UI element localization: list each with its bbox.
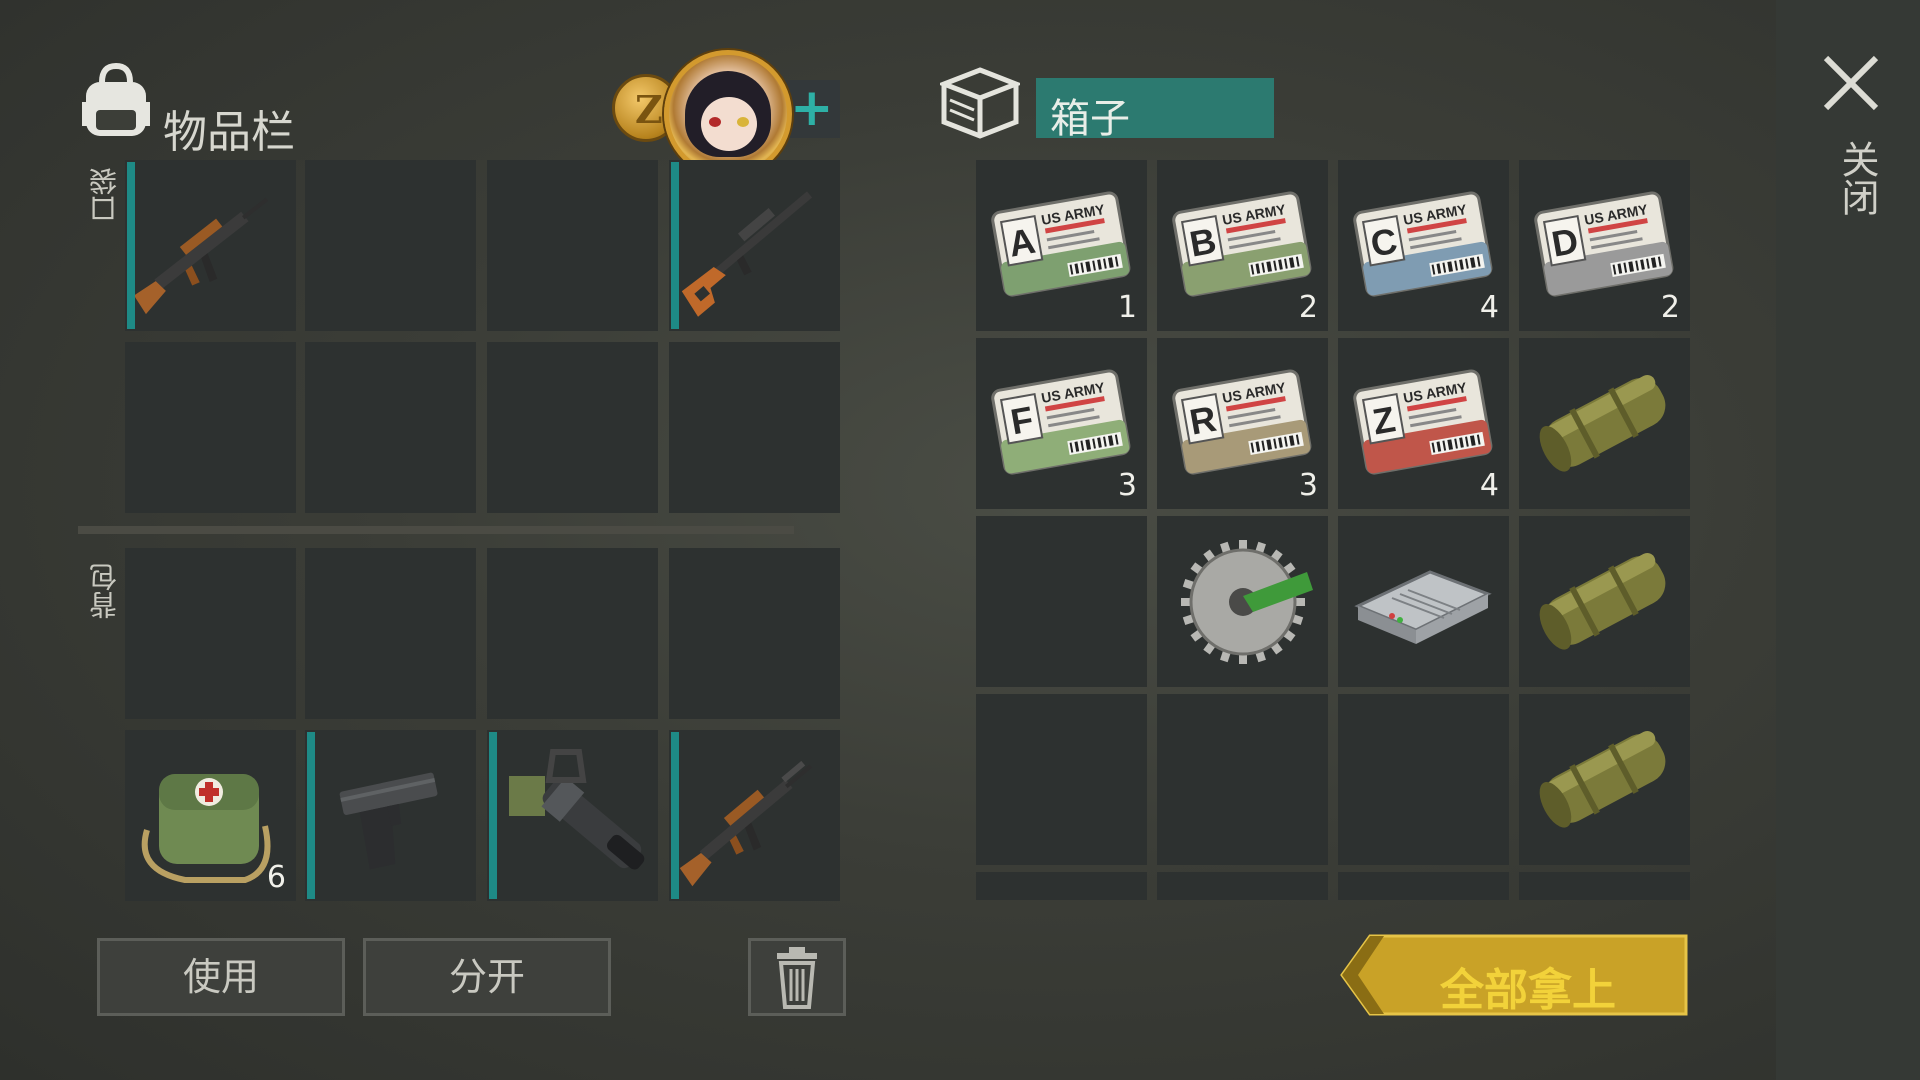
box-slot-7[interactable]: Z US ARMY 4 <box>1338 338 1509 509</box>
plus-icon: + <box>790 78 834 138</box>
use-button[interactable]: 使用 <box>97 938 345 1016</box>
item-count: 2 <box>1660 290 1680 325</box>
trash-icon <box>777 947 817 1009</box>
box-slot-14[interactable] <box>1157 694 1328 865</box>
pocket-slot-5[interactable] <box>125 342 296 513</box>
item-count: 6 <box>266 860 286 895</box>
ak-rifle-icon <box>679 760 813 887</box>
pocket-slot-6[interactable] <box>305 342 476 513</box>
box-slot-partial[interactable] <box>976 872 1147 900</box>
take-all-label[interactable]: 全部拿上 <box>1440 954 1616 1018</box>
box-slot-10[interactable] <box>1157 516 1328 687</box>
circular-saw-blade-icon <box>1181 540 1313 664</box>
pocket-slot-4[interactable] <box>669 160 840 331</box>
avatar-eye-right <box>737 117 749 127</box>
electronic-device-icon <box>1354 570 1492 644</box>
pocket-slot-8[interactable] <box>669 342 840 513</box>
backpack-slot-1[interactable] <box>125 548 296 719</box>
section-divider <box>78 526 794 534</box>
backpack-slot-6[interactable] <box>305 730 476 901</box>
player-avatar[interactable] <box>664 50 792 178</box>
backpack-slot-8[interactable] <box>669 730 840 901</box>
coin-letter: Z <box>635 87 663 132</box>
avatar-eye-left <box>709 117 721 127</box>
item-count: 3 <box>1117 468 1137 503</box>
backpack-slot-2[interactable] <box>305 548 476 719</box>
box-slot-5[interactable]: F US ARMY 3 <box>976 338 1147 509</box>
box-slot-15[interactable] <box>1338 694 1509 865</box>
box-slot-partial[interactable] <box>1338 872 1509 900</box>
box-slot-8[interactable] <box>1519 338 1690 509</box>
box-slot-9[interactable] <box>976 516 1147 687</box>
backpack-slot-7[interactable] <box>487 730 658 901</box>
box-slot-13[interactable] <box>976 694 1147 865</box>
box-icon <box>940 67 1020 139</box>
item-count: 3 <box>1298 468 1318 503</box>
fuel-canister-icon <box>1539 730 1666 828</box>
pockets-label: 口袋 <box>88 167 121 223</box>
backpack-slot-4[interactable] <box>669 548 840 719</box>
box-slot-11[interactable] <box>1338 516 1509 687</box>
box-slot-12[interactable] <box>1519 516 1690 687</box>
close-icon[interactable] <box>1820 52 1882 114</box>
item-count: 1 <box>1117 290 1137 325</box>
backpack-slot-5[interactable]: 6 <box>125 730 296 901</box>
inventory-title: 物品栏 <box>163 107 295 158</box>
box-slot-1[interactable]: A US ARMY 1 <box>976 160 1147 331</box>
pocket-slot-2[interactable] <box>305 160 476 331</box>
box-slot-2[interactable]: B US ARMY 2 <box>1157 160 1328 331</box>
box-slot-partial[interactable] <box>1157 872 1328 900</box>
backpack-slot-3[interactable] <box>487 548 658 719</box>
split-button[interactable]: 分开 <box>363 938 611 1016</box>
sniper-rifle-icon <box>681 191 813 317</box>
backpack-label: 背包 <box>88 563 121 619</box>
ak-rifle-icon <box>133 197 269 315</box>
box-slot-16[interactable] <box>1519 694 1690 865</box>
box-slot-3[interactable]: C US ARMY 4 <box>1338 160 1509 331</box>
pocket-slot-7[interactable] <box>487 342 658 513</box>
box-slot-6[interactable]: R US ARMY 3 <box>1157 338 1328 509</box>
box-slot-4[interactable]: D US ARMY 2 <box>1519 160 1690 331</box>
item-count: 2 <box>1298 290 1318 325</box>
fuel-canister-icon <box>1539 552 1666 650</box>
pistol-icon <box>339 772 438 870</box>
delete-button[interactable] <box>748 938 846 1016</box>
pocket-slot-3[interactable] <box>487 160 658 331</box>
backpack-icon <box>82 62 150 136</box>
close-label[interactable]: 关闭 <box>1830 140 1885 216</box>
fuel-canister-icon <box>1539 374 1666 472</box>
minigun-icon <box>509 749 645 870</box>
box-slot-partial[interactable] <box>1519 872 1690 900</box>
item-count: 4 <box>1479 290 1499 325</box>
pocket-slot-1[interactable] <box>125 160 296 331</box>
item-count: 4 <box>1479 468 1499 503</box>
container-title: 箱子 <box>1050 96 1130 142</box>
